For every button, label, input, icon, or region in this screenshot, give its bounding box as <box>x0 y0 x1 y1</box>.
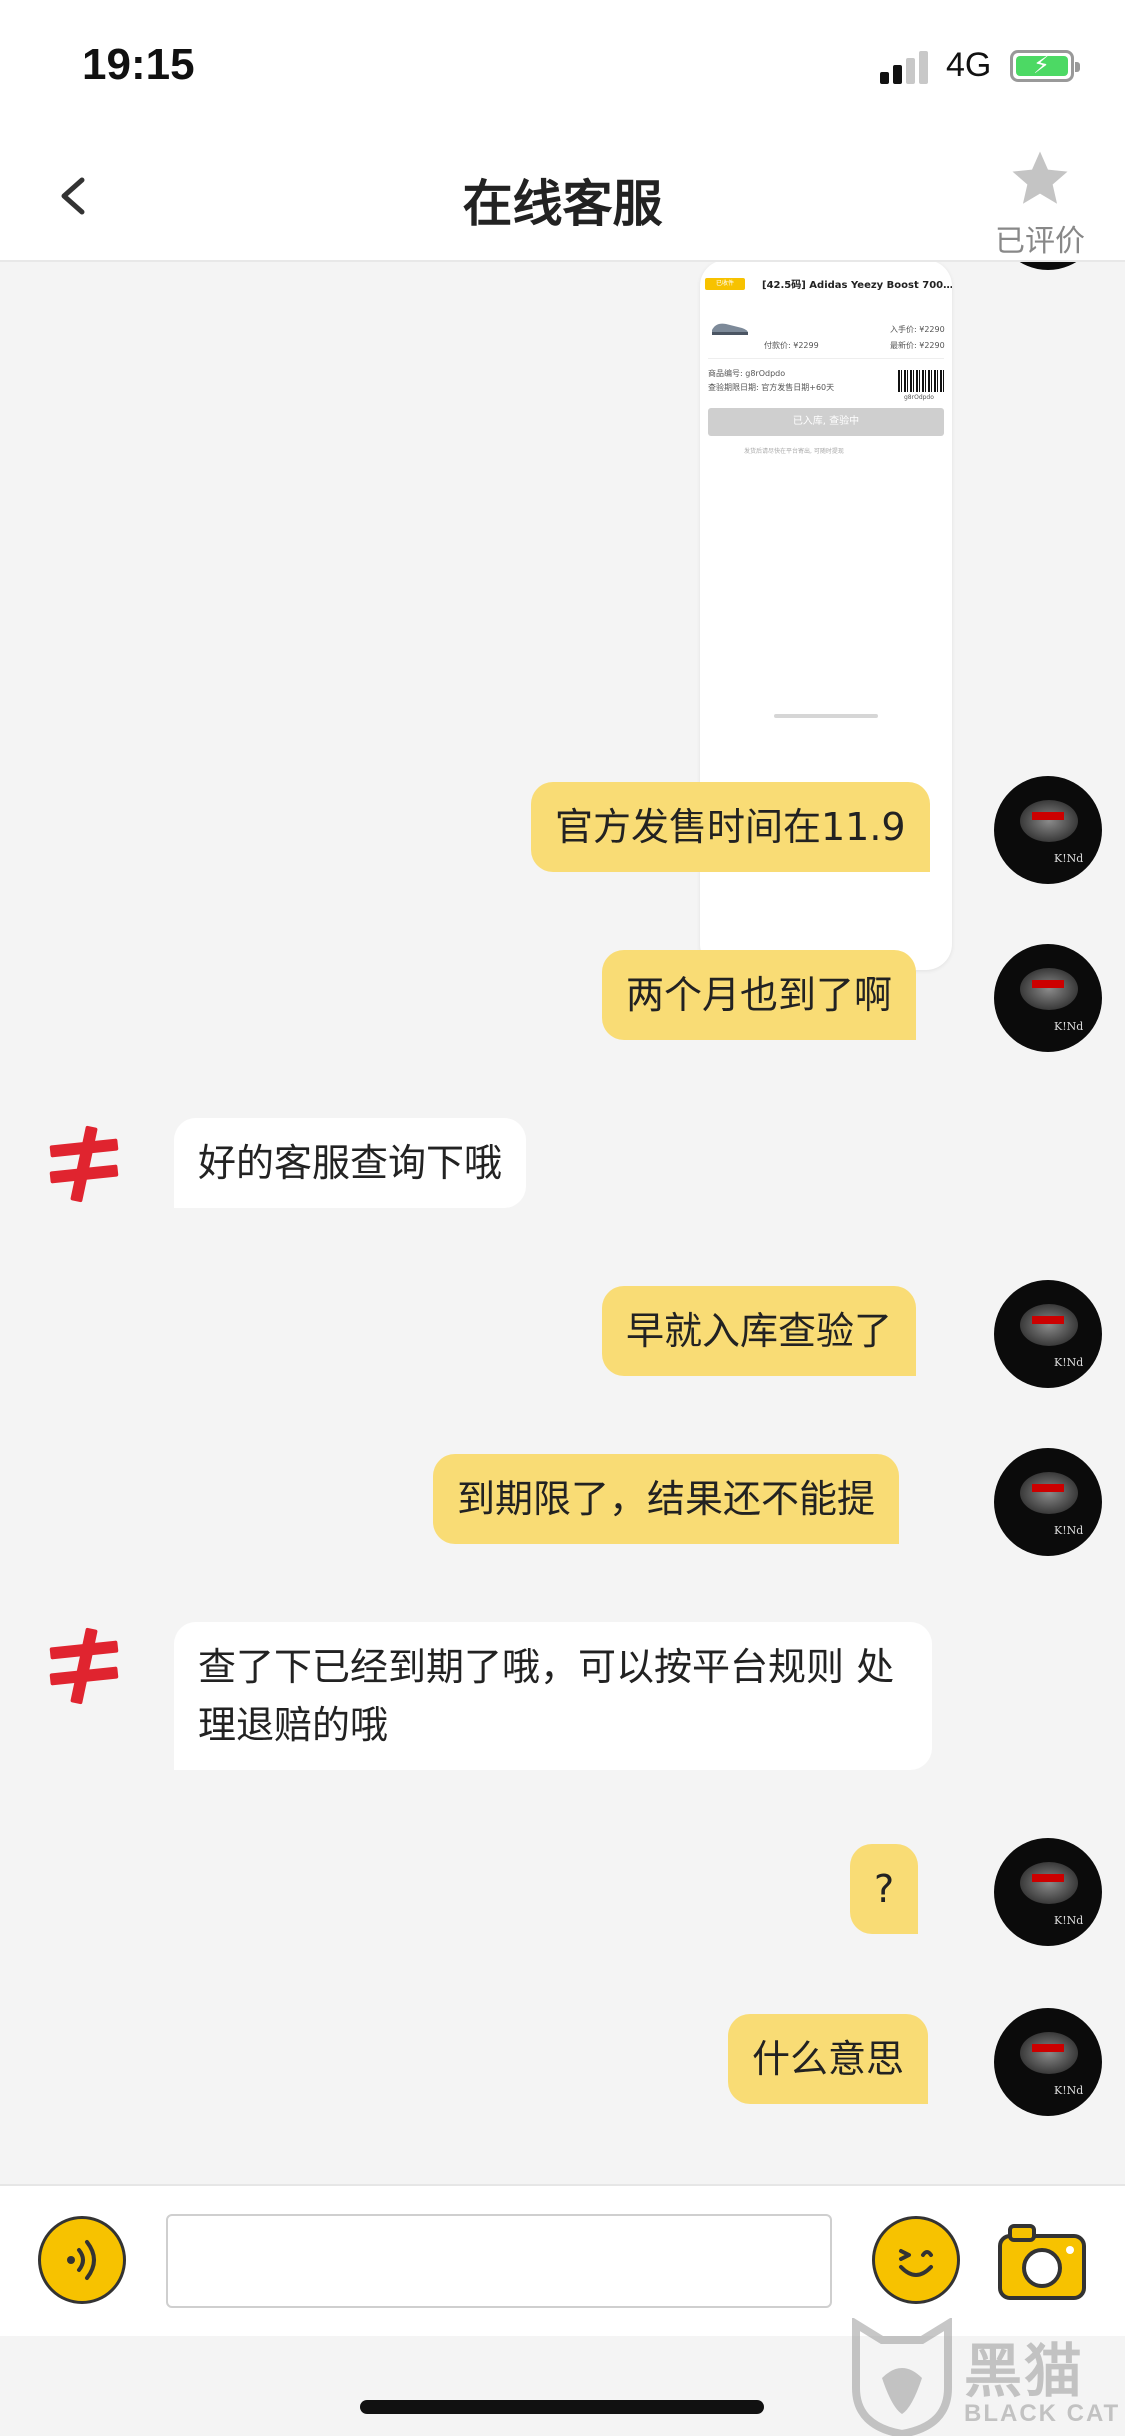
agent-avatar[interactable] <box>40 1622 128 1710</box>
camera-button[interactable] <box>996 2218 1088 2302</box>
chat-area[interactable]: 已收件 [42.5码] Adidas Yeezy Boost 700… 入手价:… <box>0 262 1125 2184</box>
message-bubble-user[interactable]: 什么意思 <box>728 2014 929 2104</box>
message-bubble-user[interactable]: 到期限了，结果还不能提 <box>433 1454 900 1544</box>
network-type: 4G <box>946 46 992 84</box>
agent-logo-icon <box>49 1627 119 1705</box>
camera-icon <box>998 2224 1086 2300</box>
order-title: [42.5码] Adidas Yeezy Boost 700… <box>762 280 952 291</box>
rating-button[interactable]: 已评价 <box>980 146 1100 259</box>
battery-icon: ⚡ <box>1010 50 1080 82</box>
user-avatar[interactable]: K!Nd <box>994 1838 1102 1946</box>
user-avatar[interactable]: K!Nd <box>994 1448 1102 1556</box>
check-deadline: 查验期限日期: 官方发售日期+60天 <box>708 383 835 392</box>
user-avatar[interactable]: K!Nd <box>994 776 1102 884</box>
emoji-icon <box>899 2249 933 2277</box>
watermark-text-en: BLACK CAT <box>964 2400 1121 2427</box>
order-number: 商品编号: g8rOdpdo <box>708 369 786 378</box>
message-bubble-agent[interactable]: 查了下已经到期了哦，可以按平台规则 处理退赔的哦 <box>174 1622 932 1770</box>
order-footnote: 发货后请尽快在平台寄出, 可随时提现 <box>744 448 844 455</box>
status-time: 19:15 <box>82 40 195 89</box>
user-avatar[interactable]: K!Nd <box>994 2008 1102 2116</box>
message-bubble-user[interactable]: 两个月也到了啊 <box>602 950 917 1040</box>
black-cat-logo-icon <box>852 2318 952 2436</box>
voice-icon <box>67 2240 96 2280</box>
rating-label: 已评价 <box>995 224 1085 259</box>
page-title: 在线客服 <box>462 175 663 233</box>
signal-icon <box>880 48 932 84</box>
paid-price: 付款价: ¥2299 <box>764 341 819 350</box>
input-bar <box>0 2184 1125 2336</box>
agent-avatar[interactable] <box>40 1120 128 1208</box>
order-status-button[interactable]: 已入库, 查验中 <box>708 408 944 436</box>
order-tag: 已收件 <box>705 278 745 290</box>
user-avatar[interactable]: K!Nd <box>994 944 1102 1052</box>
barcode <box>898 370 944 392</box>
message-bubble-user[interactable]: ? <box>850 1844 919 1934</box>
card-divider <box>708 358 944 359</box>
status-bar: 19:15 4G ⚡ <box>0 0 1125 132</box>
latest-price: 最新价: ¥2290 <box>890 341 945 350</box>
nav-bar: 在线客服 已评价 <box>0 132 1125 262</box>
user-avatar[interactable]: K!Nd <box>994 1280 1102 1388</box>
home-indicator[interactable] <box>360 2400 764 2414</box>
voice-button[interactable] <box>38 2216 126 2304</box>
barcode-text: g8rOdpdo <box>904 394 934 401</box>
watermark: 黑猫 BLACK CAT <box>848 2318 1125 2436</box>
message-input[interactable] <box>166 2214 832 2308</box>
agent-logo-icon <box>49 1125 119 1203</box>
message-bubble-user[interactable]: 官方发售时间在11.9 <box>531 782 930 872</box>
inbound-price: 入手价: ¥2290 <box>890 325 945 334</box>
shoe-icon <box>712 323 748 335</box>
star-icon <box>1012 151 1068 204</box>
message-bubble-agent[interactable]: 好的客服查询下哦 <box>174 1118 527 1208</box>
user-avatar[interactable] <box>994 262 1102 270</box>
card-handle <box>774 714 878 718</box>
watermark-text-cn: 黑猫 <box>964 2337 1085 2405</box>
emoji-button[interactable] <box>872 2216 960 2304</box>
message-bubble-user[interactable]: 早就入库查验了 <box>602 1286 917 1376</box>
